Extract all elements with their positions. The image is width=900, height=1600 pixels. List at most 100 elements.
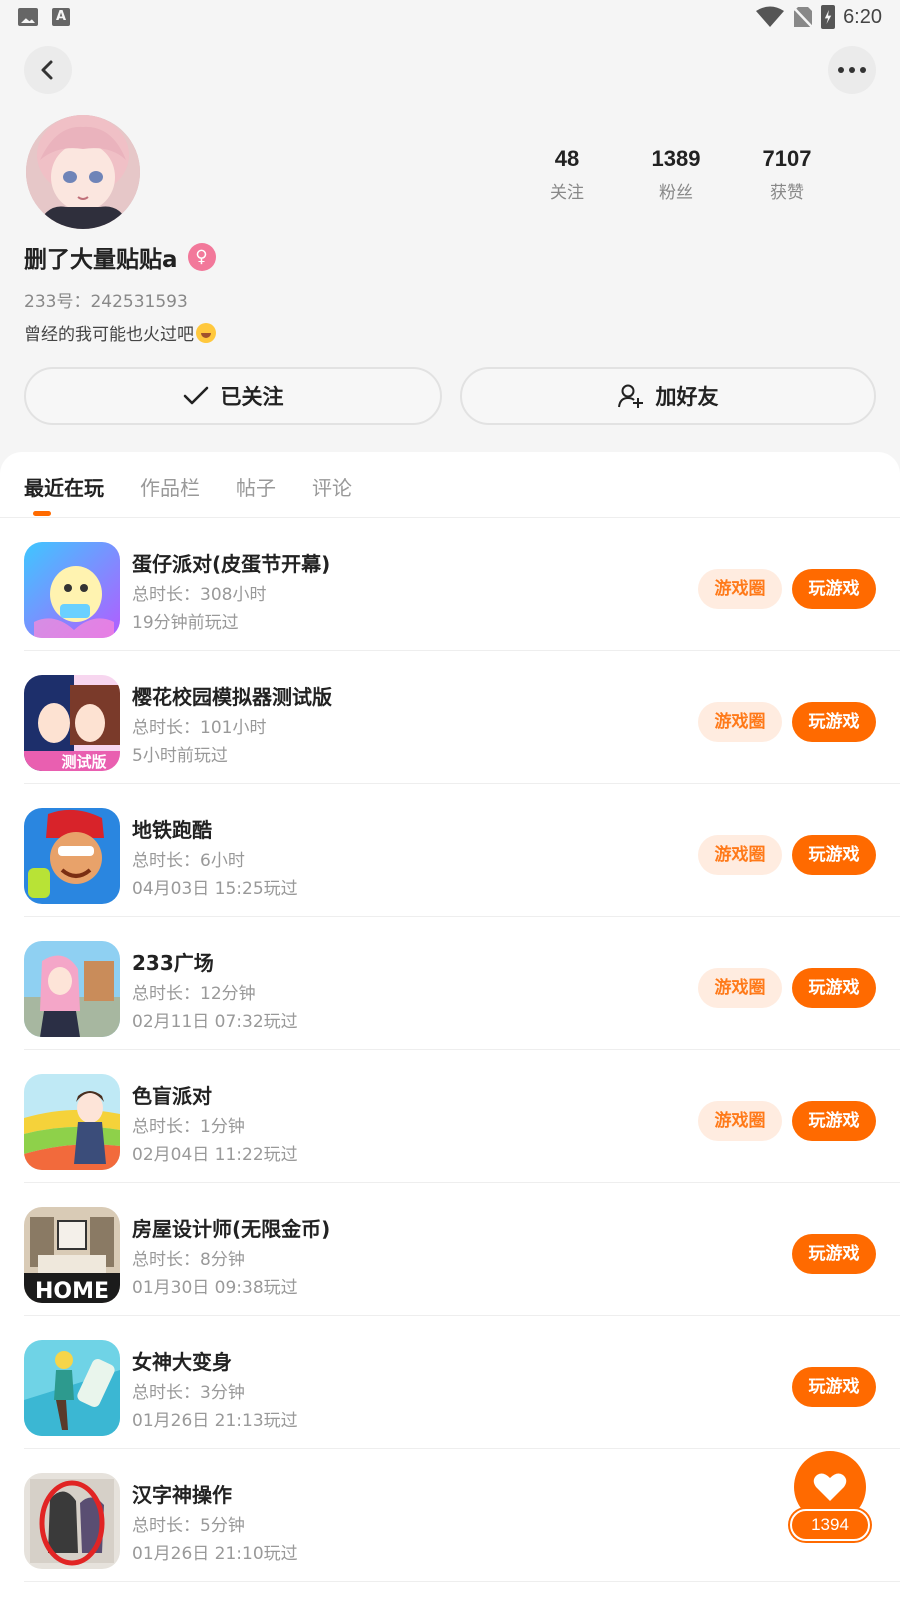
game-row[interactable]: 233广场 总时长：12分钟 02月11日 07:32玩过 游戏圈 玩游戏 (0, 917, 900, 1050)
game-duration: 总时长：101小时 (132, 718, 267, 738)
game-duration: 总时长：8分钟 (132, 1250, 245, 1270)
battery-charging-icon (821, 5, 836, 29)
game-last-played: 19分钟前玩过 (132, 613, 239, 633)
anime-avatar-image (26, 115, 140, 229)
tab-comments[interactable]: 评论 (312, 472, 352, 501)
game-icon-subway-surfers (24, 808, 120, 904)
fans-label: 粉丝 (659, 183, 693, 203)
check-icon (183, 386, 208, 405)
game-circle-button[interactable]: 游戏圈 (698, 968, 782, 1008)
game-name: 地铁跑酷 (132, 818, 212, 842)
stat-likes[interactable]: 7107 获赞 (732, 146, 842, 203)
game-row[interactable]: 汉字神操作 总时长：5分钟 01月26日 21:10玩过 (0, 1449, 900, 1582)
user-bio: 曾经的我可能也火过吧 (24, 320, 216, 345)
game-name: 樱花校园模拟器测试版 (132, 685, 332, 709)
stat-fans[interactable]: 1389 粉丝 (621, 146, 731, 203)
font-a-icon: A (52, 8, 70, 26)
game-last-played: 5小时前玩过 (132, 746, 228, 766)
content-panel: 最近在玩 作品栏 帖子 评论 蛋仔派对(皮蛋节开幕) 总时长：308小时 19分… (0, 452, 900, 1600)
tab-works[interactable]: 作品栏 (140, 472, 200, 501)
likes-count: 7107 (762, 146, 812, 171)
following-label: 关注 (550, 183, 584, 203)
username-row: 删了大量贴贴a ♀ (24, 240, 216, 274)
fans-count: 1389 (651, 146, 701, 171)
game-circle-button[interactable]: 游戏圈 (698, 569, 782, 609)
more-button[interactable] (828, 46, 876, 94)
play-game-button[interactable]: 玩游戏 (792, 702, 876, 742)
game-icon-233-plaza (24, 941, 120, 1037)
game-icon-hanzi-operation (24, 1473, 120, 1569)
female-icon: ♀ (187, 243, 216, 271)
no-sim-icon (793, 7, 813, 28)
more-dots-icon (838, 67, 866, 73)
wifi-icon (756, 6, 785, 27)
play-game-button[interactable]: 玩游戏 (792, 1234, 876, 1274)
username: 删了大量贴贴a (24, 247, 178, 273)
game-name: 色盲派对 (132, 1084, 212, 1108)
recent-games-list: 蛋仔派对(皮蛋节开幕) 总时长：308小时 19分钟前玩过 游戏圈 玩游戏 测试… (0, 518, 900, 1582)
game-duration: 总时长：1分钟 (132, 1117, 245, 1137)
bio-text: 曾经的我可能也火过吧 (24, 325, 194, 345)
game-name: 汉字神操作 (132, 1483, 232, 1507)
game-icon-house-designer: HOME (24, 1207, 120, 1303)
game-row[interactable]: 测试版 樱花校园模拟器测试版 总时长：101小时 5小时前玩过 游戏圈 玩游戏 (0, 651, 900, 784)
smile-emoji-icon (196, 322, 216, 343)
heart-icon (813, 1473, 847, 1501)
tab-recently-played[interactable]: 最近在玩 (24, 472, 104, 501)
game-circle-button[interactable]: 游戏圈 (698, 702, 782, 742)
game-last-played: 01月26日 21:13玩过 (132, 1411, 298, 1431)
game-last-played: 01月26日 21:10玩过 (132, 1544, 298, 1564)
game-icon-eggy-party (24, 542, 120, 638)
back-button[interactable] (24, 46, 72, 94)
play-game-button[interactable]: 玩游戏 (792, 1101, 876, 1141)
tab-posts[interactable]: 帖子 (236, 472, 276, 501)
game-duration: 总时长：12分钟 (132, 984, 256, 1004)
game-duration: 总时长：5分钟 (132, 1516, 245, 1536)
following-button[interactable]: 已关注 (24, 367, 442, 425)
avatar[interactable] (26, 115, 140, 229)
following-button-label: 已关注 (220, 385, 284, 409)
game-name: 233广场 (132, 951, 214, 975)
game-circle-button[interactable]: 游戏圈 (698, 1101, 782, 1141)
game-last-played: 02月04日 11:22玩过 (132, 1145, 298, 1165)
game-icon-goddess-makeover (24, 1340, 120, 1436)
likes-label: 获赞 (770, 183, 804, 203)
add-friend-button-label: 加好友 (655, 385, 719, 409)
game-circle-button[interactable]: 游戏圈 (698, 835, 782, 875)
add-friend-button[interactable]: 加好友 (460, 367, 876, 425)
game-name: 女神大变身 (132, 1350, 232, 1374)
like-count: 1394 (790, 1509, 870, 1541)
game-last-played: 01月30日 09:38玩过 (132, 1278, 298, 1298)
back-chevron-icon (41, 60, 53, 80)
game-row[interactable]: 蛋仔派对(皮蛋节开幕) 总时长：308小时 19分钟前玩过 游戏圈 玩游戏 (0, 518, 900, 651)
status-bar: A 6:20 (0, 0, 900, 38)
following-count: 48 (554, 146, 580, 171)
user-id: 233号：242531593 (24, 292, 188, 312)
floating-like-button[interactable]: 1394 (790, 1451, 874, 1561)
game-icon-color-blind-party (24, 1074, 120, 1170)
game-name: 房屋设计师(无限金币) (132, 1217, 331, 1241)
play-game-button[interactable]: 玩游戏 (792, 569, 876, 609)
icon-badge-text: 测试版 (61, 753, 106, 771)
game-duration: 总时长：6小时 (132, 851, 245, 871)
game-duration: 总时长：3分钟 (132, 1383, 245, 1403)
status-time: 6:20 (843, 5, 882, 28)
game-duration: 总时长：308小时 (132, 585, 267, 605)
active-tab-indicator (33, 511, 51, 516)
add-user-icon (617, 384, 643, 408)
game-name: 蛋仔派对(皮蛋节开幕) (132, 552, 331, 576)
play-game-button[interactable]: 玩游戏 (792, 1367, 876, 1407)
image-icon (18, 8, 38, 26)
stat-following[interactable]: 48 关注 (512, 146, 622, 203)
play-game-button[interactable]: 玩游戏 (792, 968, 876, 1008)
game-row[interactable]: HOME 房屋设计师(无限金币) 总时长：8分钟 01月30日 09:38玩过 … (0, 1183, 900, 1316)
profile-tabs: 最近在玩 作品栏 帖子 评论 (24, 472, 352, 501)
game-last-played: 04月03日 15:25玩过 (132, 879, 298, 899)
game-row[interactable]: 女神大变身 总时长：3分钟 01月26日 21:13玩过 玩游戏 (0, 1316, 900, 1449)
game-icon-sakura-school: 测试版 (24, 675, 120, 771)
game-row[interactable]: 地铁跑酷 总时长：6小时 04月03日 15:25玩过 游戏圈 玩游戏 (0, 784, 900, 917)
game-last-played: 02月11日 07:32玩过 (132, 1012, 298, 1032)
game-row[interactable]: 色盲派对 总时长：1分钟 02月04日 11:22玩过 游戏圈 玩游戏 (0, 1050, 900, 1183)
icon-home-text: HOME (35, 1279, 109, 1303)
play-game-button[interactable]: 玩游戏 (792, 835, 876, 875)
